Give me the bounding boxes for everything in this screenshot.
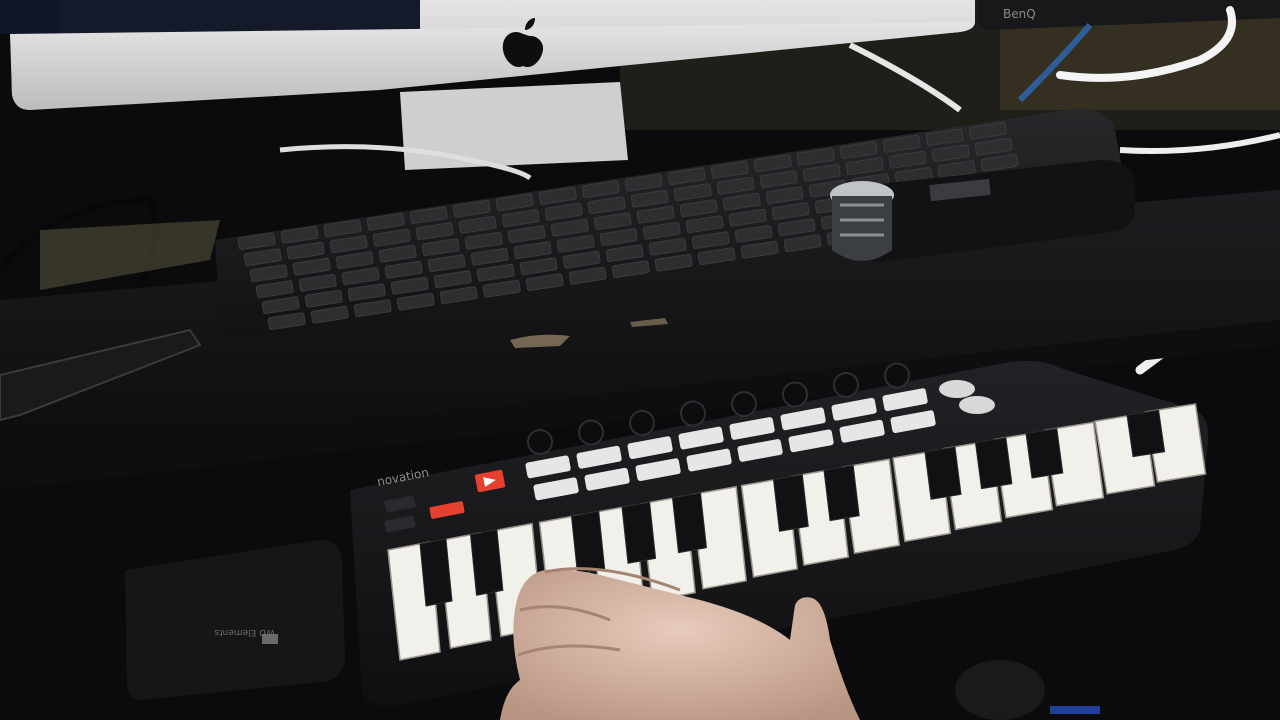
- knob: [578, 419, 604, 446]
- knob: [527, 429, 553, 455]
- black-key: [974, 437, 1013, 490]
- knob: [782, 381, 808, 408]
- floor-fan: [955, 660, 1045, 720]
- knob: [884, 362, 910, 389]
- imac-stand: [400, 82, 628, 170]
- benq-logo-text: BenQ: [1003, 7, 1036, 21]
- black-key: [772, 474, 809, 532]
- knob: [731, 391, 757, 417]
- black-key: [823, 464, 860, 522]
- knob: [680, 400, 706, 427]
- imac-screen: [60, 0, 420, 34]
- black-key: [671, 492, 708, 554]
- knob: [629, 410, 655, 436]
- black-key: [570, 510, 606, 575]
- black-key: [924, 446, 962, 500]
- blue-light: [1050, 706, 1100, 714]
- scene-svg: BenQ WD Elements novation: [0, 0, 1280, 720]
- photo-scene: BenQ WD Elements novation: [0, 0, 1280, 720]
- knob: [833, 372, 859, 398]
- black-key: [419, 538, 453, 607]
- drive-logo-badge: [262, 634, 278, 644]
- black-key: [621, 501, 657, 564]
- black-key: [469, 529, 504, 596]
- black-key: [1126, 409, 1166, 458]
- round-button-top: [939, 380, 975, 398]
- black-key: [1025, 428, 1064, 479]
- round-button-bottom: [959, 396, 995, 414]
